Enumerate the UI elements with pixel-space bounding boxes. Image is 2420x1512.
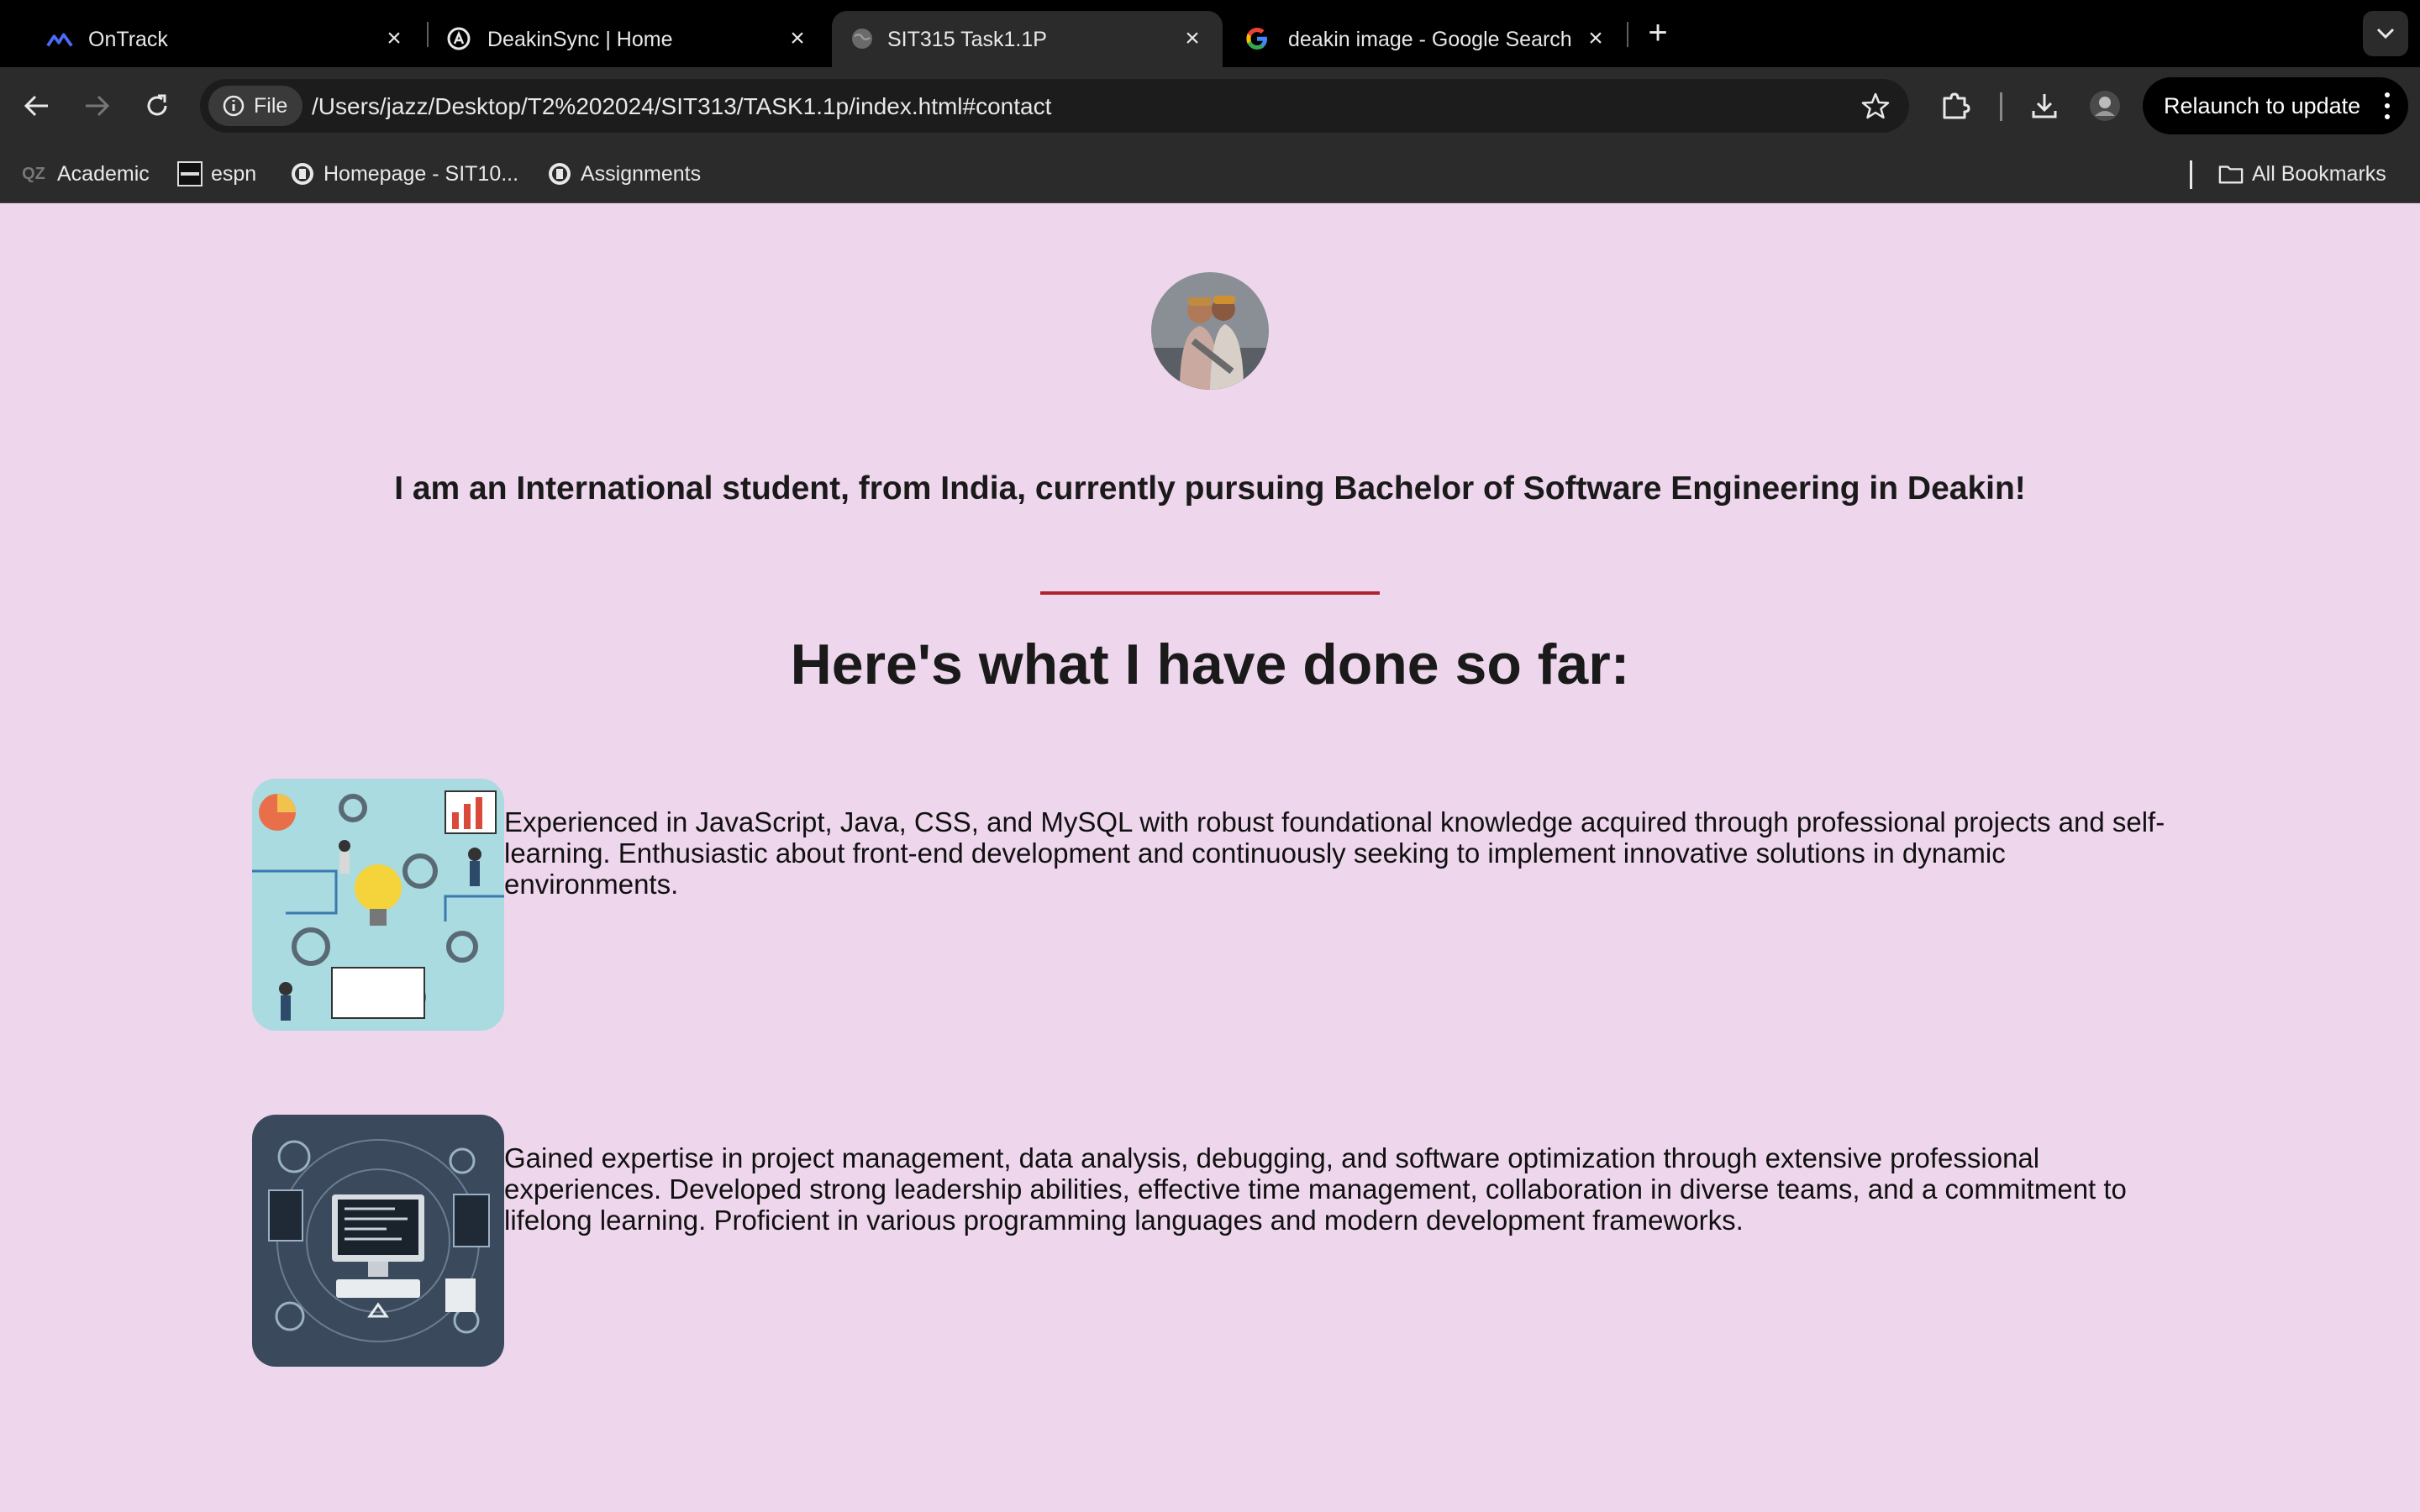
tab-separator	[1627, 22, 1628, 47]
bookmark-espn[interactable]: espn	[177, 158, 256, 190]
bookmark-star-icon[interactable]	[1860, 91, 1891, 121]
tab-title: SIT315 Task1.1P	[887, 28, 1047, 51]
url-text[interactable]: /Users/jazz/Desktop/T2%202024/SIT313/TAS…	[312, 93, 1051, 120]
tab-title: OnTrack	[88, 28, 168, 51]
info-icon	[223, 95, 245, 117]
tab-google-search[interactable]: deakin image - Google Search ×	[1229, 11, 1624, 67]
ontrack-logo-icon	[46, 25, 73, 52]
deakin-icon	[290, 161, 315, 186]
espn-icon	[177, 161, 203, 186]
browser-toolbar: File /Users/jazz/Desktop/T2%202024/SIT31…	[0, 67, 2420, 144]
folder-icon	[2218, 161, 2244, 186]
computer-tech-illustration	[252, 1115, 504, 1367]
more-menu-icon[interactable]	[2385, 92, 2391, 119]
profile-avatar-icon	[2090, 91, 2120, 121]
close-tab-icon[interactable]: ×	[784, 24, 811, 52]
tab-search-button[interactable]	[2363, 11, 2408, 56]
close-tab-icon[interactable]: ×	[1179, 24, 1206, 52]
reload-icon	[147, 94, 167, 116]
bookmarks-separator	[2190, 160, 2192, 189]
bookmarks-bar: QZ Academic espn Homepage - SIT10... Ass…	[0, 144, 2420, 203]
experience-description: Experienced in JavaScript, Java, CSS, an…	[504, 806, 2165, 900]
bookmark-label: Academic	[57, 161, 150, 186]
deakinsync-icon	[445, 25, 472, 52]
reload-button[interactable]	[137, 86, 177, 126]
skills-description: Gained expertise in project management, …	[504, 1142, 2127, 1236]
bookmark-academic[interactable]: QZ Academic	[18, 158, 150, 190]
close-tab-icon[interactable]: ×	[1582, 24, 1609, 52]
site-info-chip[interactable]: File	[208, 86, 303, 126]
close-tab-icon[interactable]: ×	[381, 24, 408, 52]
downloads-button[interactable]	[2024, 86, 2065, 126]
all-bookmarks-button[interactable]: All Bookmarks	[2218, 158, 2386, 190]
intro-text: I am an International student, from Indi…	[394, 470, 2026, 507]
address-bar[interactable]: File /Users/jazz/Desktop/T2%202024/SIT31…	[200, 79, 1909, 133]
relaunch-to-update-button[interactable]: Relaunch to update	[2143, 77, 2408, 134]
bookmark-label: Assignments	[581, 161, 702, 186]
tab-sit315-task[interactable]: SIT315 Task1.1P ×	[832, 11, 1223, 67]
globe-icon	[849, 25, 876, 52]
bookmark-label: All Bookmarks	[2252, 161, 2386, 186]
toolbar-separator	[2000, 92, 2002, 121]
chevron-down-icon	[2376, 28, 2395, 39]
tab-deakinsync[interactable]: DeakinSync | Home ×	[429, 11, 828, 67]
back-arrow-icon	[24, 95, 48, 117]
file-label: File	[254, 93, 288, 118]
new-tab-button[interactable]: +	[1641, 16, 1675, 50]
puzzle-icon	[1943, 92, 1970, 119]
relaunch-label: Relaunch to update	[2164, 92, 2361, 118]
download-icon	[2032, 94, 2057, 118]
tab-title: deakin image - Google Search	[1288, 28, 1572, 51]
bookmark-label: Homepage - SIT10...	[324, 161, 519, 186]
qz-icon: QZ	[22, 164, 45, 183]
section-heading: Here's what I have done so far:	[790, 633, 1630, 696]
tab-title: DeakinSync | Home	[487, 28, 673, 51]
section-divider	[1040, 591, 1380, 595]
forward-arrow-icon	[86, 95, 110, 117]
profile-photo	[1151, 272, 1269, 390]
extensions-button[interactable]	[1935, 86, 1975, 126]
tab-ontrack[interactable]: OnTrack ×	[29, 11, 416, 67]
back-button[interactable]	[17, 86, 57, 126]
bookmark-assignments[interactable]: Assignments	[547, 158, 701, 190]
google-icon	[1244, 25, 1270, 52]
forward-button[interactable]	[76, 86, 117, 126]
collaboration-illustration	[252, 779, 504, 1031]
bookmark-homepage-sit10[interactable]: Homepage - SIT10...	[290, 158, 518, 190]
profile-button[interactable]	[2085, 86, 2125, 126]
deakin-icon	[547, 161, 572, 186]
tab-strip: OnTrack × DeakinSync | Home × SIT315 Tas…	[0, 0, 2420, 67]
bookmark-label: espn	[211, 161, 257, 186]
